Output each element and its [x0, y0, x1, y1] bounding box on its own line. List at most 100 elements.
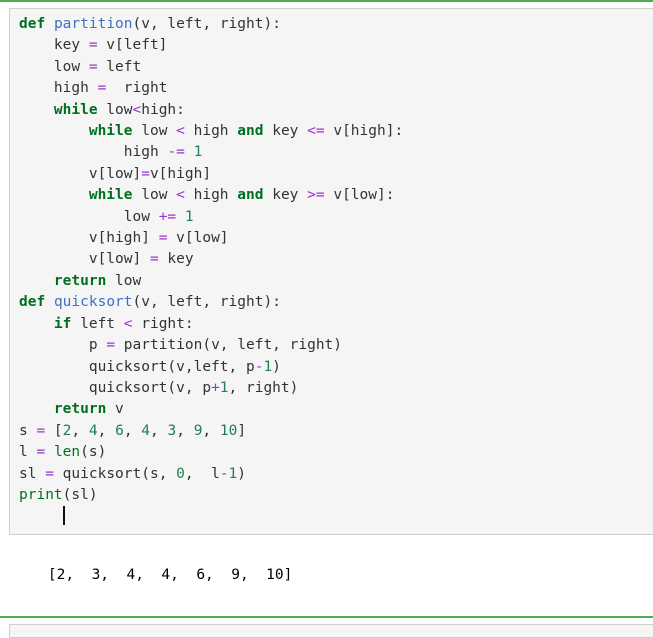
code-token: <= — [307, 123, 325, 140]
code-token: 0 — [176, 465, 185, 482]
code-token: while — [53, 101, 98, 118]
code-token: (sl) — [62, 486, 98, 503]
code-token: if — [53, 315, 72, 332]
code-line: def partition(v, left, right): — [19, 14, 653, 35]
code-token: (v, left, right): — [132, 294, 281, 311]
code-token: < — [176, 123, 185, 140]
code-token: -= — [167, 144, 185, 161]
code-token: , l — [184, 465, 220, 482]
code-token: high — [184, 123, 238, 140]
code-token: v[low] — [19, 251, 150, 268]
code-token: 1 — [184, 208, 194, 225]
code-token: v[high] — [19, 230, 159, 247]
cursor-indent — [19, 509, 63, 525]
code-token: [ — [45, 422, 63, 439]
code-token: = — [88, 37, 98, 54]
code-token: = — [106, 337, 116, 354]
code-line: v[low] = key — [19, 249, 653, 270]
code-token: , — [71, 422, 89, 439]
code-token: low — [132, 187, 177, 204]
code-token: = — [149, 251, 159, 268]
code-cell[interactable]: def partition(v, left, right): key = v[l… — [9, 8, 653, 535]
cell-output-area: [2, 3, 4, 4, 6, 9, 10] — [0, 534, 653, 616]
code-token: low — [97, 101, 133, 118]
code-token: , — [176, 422, 194, 439]
code-token: while — [88, 123, 133, 140]
code-token: = — [36, 422, 46, 439]
code-line: quicksort(v,left, p-1) — [19, 357, 653, 378]
code-token: and — [237, 123, 264, 140]
code-line: l = len(s) — [19, 442, 653, 463]
code-token: = — [88, 58, 98, 75]
code-token: 10 — [219, 422, 238, 439]
code-token: quicksort(v,left, p — [19, 358, 255, 375]
code-token: quicksort(v, p — [19, 379, 212, 396]
code-editor-area[interactable]: def partition(v, left, right): key = v[l… — [10, 14, 653, 529]
code-line: v[high] = v[low] — [19, 228, 653, 249]
next-code-cell[interactable] — [9, 623, 653, 638]
code-token: p — [19, 337, 107, 354]
code-token: v[low] — [19, 165, 142, 182]
code-token: = — [141, 165, 150, 182]
code-token: v[low]: — [324, 187, 395, 204]
code-token: = — [45, 465, 54, 482]
code-line: while low < high and key <= v[high]: — [19, 121, 653, 142]
code-token: low — [132, 123, 177, 140]
code-line: def quicksort(v, left, right): — [19, 292, 653, 313]
code-token: v[high] — [149, 165, 212, 182]
code-token: 1 — [263, 358, 273, 375]
code-line: while low<high: — [19, 100, 653, 121]
code-token: partition(v, left, right) — [115, 337, 343, 354]
code-line: p = partition(v, left, right) — [19, 335, 653, 356]
code-token: - — [219, 465, 229, 482]
code-token: key — [158, 251, 194, 268]
code-token: high: — [141, 101, 185, 118]
code-token: 1 — [193, 144, 203, 161]
code-token: ] — [237, 422, 247, 439]
code-token: while — [88, 187, 133, 204]
code-line: low += 1 — [19, 207, 653, 228]
code-token: return — [53, 272, 107, 289]
code-line-cursor — [19, 506, 653, 528]
code-token: , right) — [228, 379, 299, 396]
code-token: return — [53, 401, 107, 418]
code-token: print — [19, 486, 63, 503]
notebook-container: def partition(v, left, right): key = v[l… — [0, 0, 653, 638]
code-token: = — [97, 80, 107, 97]
code-line: print(sl) — [19, 485, 653, 506]
code-token: quicksort — [53, 294, 133, 311]
code-token: partition — [53, 16, 133, 32]
code-token: key — [19, 37, 89, 54]
code-token: s — [19, 422, 37, 439]
code-token: 4 — [141, 422, 151, 439]
code-token: 4 — [88, 422, 98, 439]
code-token: low — [106, 272, 142, 289]
code-token: 3 — [167, 422, 177, 439]
code-token: high — [184, 187, 238, 204]
code-token: v[left] — [97, 37, 168, 54]
code-line: high = right — [19, 78, 653, 99]
code-token: < — [123, 315, 133, 332]
code-token: high — [19, 80, 98, 97]
code-token: len — [53, 444, 81, 461]
code-token: (s) — [80, 444, 107, 461]
code-token: quicksort(s, — [53, 465, 177, 482]
code-token: ) — [237, 465, 247, 482]
code-token: left — [71, 315, 124, 332]
code-token: >= — [307, 187, 325, 204]
code-token: , — [202, 422, 220, 439]
code-line: quicksort(v, p+1, right) — [19, 378, 653, 399]
code-token: low — [19, 208, 159, 225]
code-token: += — [158, 208, 177, 225]
code-token: v[high]: — [324, 123, 404, 140]
